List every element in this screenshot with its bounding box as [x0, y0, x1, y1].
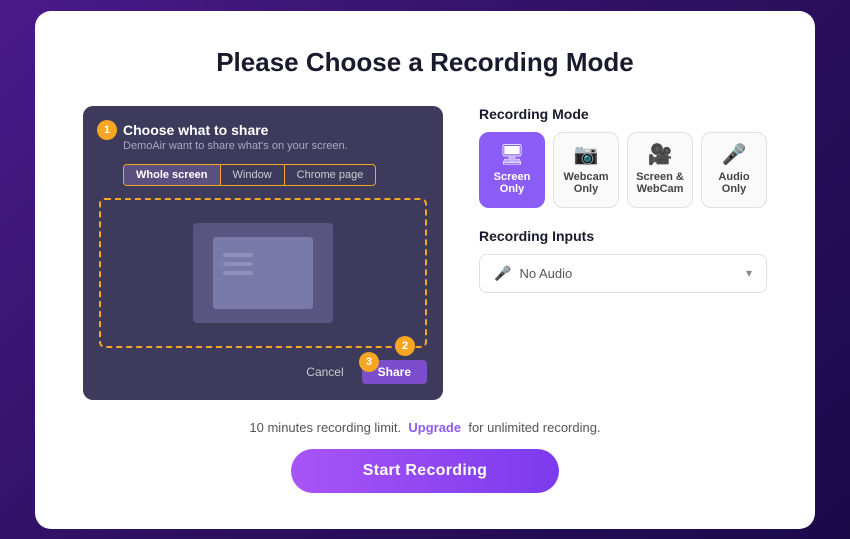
- recording-inputs-section: Recording Inputs 🎤 No Audio ▾: [479, 228, 767, 293]
- limit-text: 10 minutes recording limit. Upgrade for …: [249, 420, 600, 435]
- start-recording-button[interactable]: Start Recording: [291, 449, 560, 493]
- screen-inner: [213, 237, 313, 309]
- limit-after: for unlimited recording.: [468, 420, 600, 435]
- page-title: Please Choose a Recording Mode: [216, 47, 634, 78]
- screen-line-1: [223, 253, 253, 257]
- screen-webcam-icon: 🎥: [648, 145, 673, 165]
- tab-chrome-page[interactable]: Chrome page: [285, 165, 376, 185]
- mode-screen-webcam[interactable]: 🎥 Screen & WebCam: [627, 132, 693, 208]
- step-badge-2: 2: [395, 336, 415, 356]
- chevron-down-icon: ▾: [746, 266, 752, 280]
- screen-webcam-label: Screen & WebCam: [634, 171, 686, 195]
- screen-line-3: [223, 271, 253, 275]
- limit-before: 10 minutes recording limit.: [249, 420, 401, 435]
- step-badge-3: 3: [359, 352, 379, 372]
- screen-lines: [223, 253, 253, 275]
- screen-mockup: [193, 223, 333, 323]
- dialog-tabs: Whole screen Window Chrome page: [123, 164, 376, 186]
- mode-audio-only[interactable]: 🎤 Audio Only: [701, 132, 767, 208]
- audio-dropdown-left: 🎤 No Audio: [494, 265, 572, 282]
- upgrade-link[interactable]: Upgrade: [408, 420, 461, 435]
- recording-mode-section: Recording Mode 🖥 Screen Only 📷 Webcam On…: [479, 106, 767, 208]
- audio-value: No Audio: [519, 266, 572, 281]
- screen-line-2: [223, 262, 253, 266]
- tab-window[interactable]: Window: [221, 165, 285, 185]
- audio-only-label: Audio Only: [708, 171, 760, 195]
- microphone-icon: 🎤: [494, 265, 511, 282]
- recording-mode-label: Recording Mode: [479, 106, 767, 122]
- cancel-button[interactable]: Cancel: [296, 360, 353, 384]
- screen-preview-area: 2: [99, 198, 427, 348]
- audio-dropdown[interactable]: 🎤 No Audio ▾: [479, 254, 767, 293]
- recording-inputs-label: Recording Inputs: [479, 228, 767, 244]
- content-row: 1 Choose what to share DemoAir want to s…: [83, 106, 767, 400]
- mode-webcam-only[interactable]: 📷 Webcam Only: [553, 132, 619, 208]
- bottom-area: 10 minutes recording limit. Upgrade for …: [83, 420, 767, 493]
- screen-only-icon: 🖥: [499, 145, 524, 165]
- mode-screen-only[interactable]: 🖥 Screen Only: [479, 132, 545, 208]
- webcam-only-label: Webcam Only: [560, 171, 612, 195]
- webcam-only-icon: 📷: [574, 145, 599, 165]
- tab-whole-screen[interactable]: Whole screen: [124, 165, 221, 185]
- right-panel: Recording Mode 🖥 Screen Only 📷 Webcam On…: [479, 106, 767, 293]
- screen-only-label: Screen Only: [486, 171, 538, 195]
- share-dialog: 1 Choose what to share DemoAir want to s…: [83, 106, 443, 400]
- step-badge-1: 1: [97, 120, 117, 140]
- dialog-title: Choose what to share: [123, 122, 427, 138]
- mode-grid: 🖥 Screen Only 📷 Webcam Only 🎥 Screen & W…: [479, 132, 767, 208]
- dialog-subtitle: DemoAir want to share what's on your scr…: [123, 140, 427, 152]
- main-card: Please Choose a Recording Mode 1 Choose …: [35, 11, 815, 529]
- audio-only-icon: 🎤: [722, 145, 747, 165]
- dialog-buttons: 3 Cancel Share: [99, 360, 427, 384]
